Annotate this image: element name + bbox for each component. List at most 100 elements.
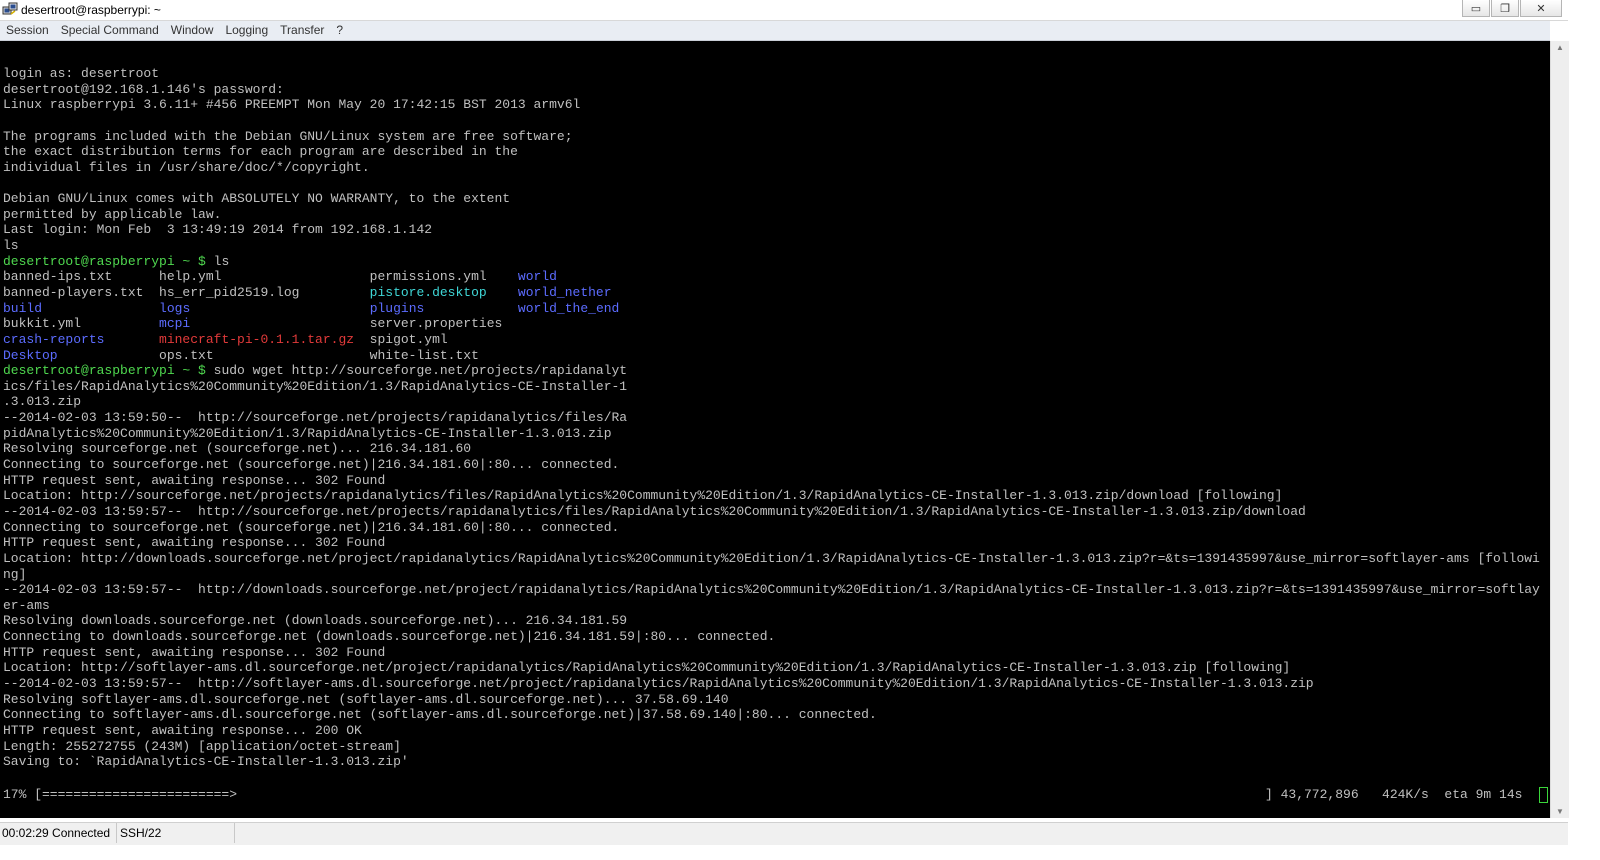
terminal-text-segment: Connecting to softlayer-ams.dl.sourcefor… [3,707,877,723]
terminal-text-segment: --2014-02-03 13:59:57-- http://sourcefor… [3,503,1306,519]
terminal-line: HTTP request sent, awaiting response... … [3,535,1540,551]
terminal-line: Linux raspberrypi 3.6.11+ #456 PREEMPT M… [3,97,1540,113]
terminal-line: build logs plugins world_the_end [3,301,1540,317]
menu-help[interactable]: ? [330,21,349,40]
terminal-output[interactable]: login as: desertroot desertroot@192.168.1… [0,41,1550,818]
close-button[interactable]: ✕ [1520,0,1562,17]
menu-special-command[interactable]: Special Command [55,21,165,40]
terminal-text-segment: hs_err_pid2519.log [159,284,370,300]
terminal-cursor [1539,787,1548,803]
terminal-text-segment: world_the_end [424,300,620,316]
terminal-text-segment: permitted by applicable law. [3,206,222,222]
terminal-line: Desktop ops.txt white-list.txt [3,348,1540,364]
status-bar: 00:02:29 Connected SSH/22 [0,822,1568,845]
terminal-text-segment: minecraft-pi-0.1.1.tar.gz [159,331,355,347]
terminal-text-segment: mcpi [159,316,191,332]
terminal-text-segment: server.properties [369,316,503,332]
title-bar[interactable]: desertroot@raspberrypi: ~ ▭ ❐ ✕ [0,0,1568,21]
terminal-text-segment: banned-players.txt [3,284,160,300]
terminal-text-segment: Location: http://sourceforge.net/project… [3,488,1283,504]
terminal-text-segment: desertroot@raspberrypi ~ $ [3,363,206,379]
menu-logging[interactable]: Logging [219,21,274,40]
terminal-line: The programs included with the Debian GN… [3,129,1540,145]
terminal-text-segment: help.yml [159,269,370,285]
terminal-line: banned-players.txt hs_err_pid2519.log pi… [3,285,1540,301]
computers-app-icon[interactable] [2,2,18,18]
window-title: desertroot@raspberrypi: ~ [21,3,161,17]
terminal-text-segment: .3.013.zip [3,394,82,410]
terminal-line: Resolving sourceforge.net (sourceforge.n… [3,441,1540,457]
terminal-text-segment: Location: http://softlayer-ams.dl.source… [3,660,1291,676]
menu-window[interactable]: Window [165,21,220,40]
terminal-line: --2014-02-03 13:59:57-- http://softlayer… [3,676,1540,692]
close-icon: ✕ [1536,2,1546,15]
scroll-down-arrow-icon[interactable]: ▼ [1556,807,1564,816]
terminal-line: Connecting to softlayer-ams.dl.sourcefor… [3,707,1540,723]
restore-button[interactable]: ❐ [1491,0,1519,17]
terminal-text-segment: Resolving downloads.sourceforge.net (dow… [3,613,628,629]
terminal-text-segment: Linux raspberrypi 3.6.11+ #456 PREEMPT M… [3,97,581,113]
terminal-text-segment: desertroot@raspberrypi ~ $ [3,253,206,269]
minimize-button[interactable]: ▭ [1462,0,1490,17]
terminal-line: ls [3,238,1540,254]
terminal-line: HTTP request sent, awaiting response... … [3,723,1540,739]
terminal-line: Location: http://sourceforge.net/project… [3,488,1540,504]
terminal-text-segment: HTTP request sent, awaiting response... … [3,644,386,660]
terminal-text-segment: Resolving sourceforge.net (sourceforge.n… [3,441,472,457]
terminal-line: ng] [3,567,1540,583]
terminal-line: Connecting to sourceforge.net (sourcefor… [3,457,1540,473]
terminal-text-segment: pidAnalytics%20Community%20Edition/1.3/R… [3,425,612,441]
terminal-text-segment: the exact distribution terms for each pr… [3,144,518,160]
scroll-up-arrow-icon[interactable]: ▲ [1556,43,1564,52]
terminal-line: --2014-02-03 13:59:57-- http://sourcefor… [3,504,1540,520]
terminal-line: banned-ips.txt help.yml permissions.yml … [3,269,1540,285]
terminal-line: crash-reports minecraft-pi-0.1.1.tar.gz … [3,332,1540,348]
terminal-text-segment: Debian GNU/Linux comes with ABSOLUTELY N… [3,191,511,207]
terminal-line: --2014-02-03 13:59:50-- http://sourcefor… [3,410,1540,426]
terminal-text-segment: plugins [369,300,425,316]
terminal-text-segment: Location: http://downloads.sourceforge.n… [3,550,1540,566]
menu-bar: Session Special Command Window Logging T… [0,21,1550,41]
terminal-text-segment: er-ams [3,597,50,613]
menu-session[interactable]: Session [0,21,55,40]
terminal-text-segment: Connecting to sourceforge.net (sourcefor… [3,519,620,535]
terminal-text-segment: spigot.yml [354,331,448,347]
terminal-window: desertroot@raspberrypi: ~ ▭ ❐ ✕ Session … [0,0,1569,860]
terminal-line: .3.013.zip [3,394,1540,410]
terminal-line: ics/files/RapidAnalytics%20Community%20E… [3,379,1540,395]
terminal-line: Last login: Mon Feb 3 13:49:19 2014 from… [3,222,1540,238]
terminal-text-segment: world_nether [486,284,612,300]
download-progress-bar: 17% [========================> [3,787,238,802]
terminal-line: login as: desertroot [3,66,1540,82]
terminal-text-segment: Connecting to sourceforge.net (sourcefor… [3,457,620,473]
terminal-text-segment: ls [205,253,230,269]
terminal-text-segment: build [3,300,43,316]
connection-status: 00:02:29 Connected [0,823,117,843]
terminal-text-segment: Last login: Mon Feb 3 13:49:19 2014 from… [3,222,433,238]
terminal-line: Resolving downloads.sourceforge.net (dow… [3,613,1540,629]
terminal-line: the exact distribution terms for each pr… [3,144,1540,160]
terminal-text-segment: desertroot@192.168.1.146's password: [3,81,284,97]
menu-transfer[interactable]: Transfer [274,21,330,40]
terminal-lines: login as: desertroot desertroot@192.168.1… [3,66,1540,770]
terminal-line: HTTP request sent, awaiting response... … [3,645,1540,661]
terminal-line: Saving to: `RapidAnalytics-CE-Installer-… [3,754,1540,770]
terminal-text-segment: HTTP request sent, awaiting response... … [3,472,386,488]
minimize-icon: ▭ [1470,2,1482,15]
terminal-line: desertroot@192.168.1.146's password: [3,82,1540,98]
terminal-text-segment: ls [3,238,19,254]
terminal-text-segment: banned-ips.txt [3,269,160,285]
vertical-scrollbar[interactable]: ▲ ▼ [1550,41,1569,818]
restore-icon: ❐ [1500,2,1510,15]
terminal-text-segment: pistore.desktop [369,284,487,300]
terminal-line: Connecting to downloads.sourceforge.net … [3,629,1540,645]
terminal-line: Debian GNU/Linux comes with ABSOLUTELY N… [3,191,1540,207]
terminal-text-segment: individual files in /usr/share/doc/*/cop… [3,159,370,175]
terminal-text-segment: world [510,269,557,285]
window-controls: ▭ ❐ ✕ [1461,0,1562,18]
terminal-line: HTTP request sent, awaiting response... … [3,473,1540,489]
